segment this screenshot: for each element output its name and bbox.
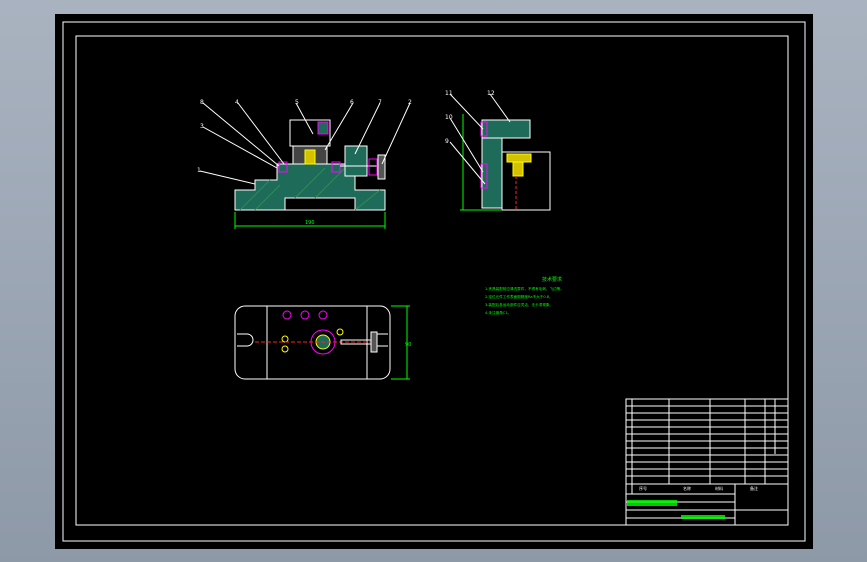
- top-dimension-text: 90: [405, 342, 411, 348]
- tech-req-line: 1.夹具装配前应清洗零件，不得有毛刺、飞边等。: [485, 286, 564, 291]
- cad-drawing-canvas: 8 4 5 3 6 7 2 1 190 11 12 10 9 90 技术要求 1…: [55, 14, 813, 549]
- bolt-hole: [281, 335, 289, 343]
- side-view: 11 12 10 9: [445, 90, 551, 211]
- upper-insert: [317, 121, 329, 135]
- bolt-hole: [336, 328, 344, 336]
- top-handwheel: [370, 331, 378, 353]
- title-block: [625, 398, 789, 526]
- balloon-label: 1: [197, 167, 201, 174]
- bolt-hole: [318, 310, 328, 320]
- tech-req-title: 技术要求: [542, 276, 562, 283]
- title-label: 备注: [750, 485, 758, 491]
- bolt-hole: [281, 345, 289, 353]
- screw-nut: [368, 158, 378, 176]
- balloon-label: 4: [235, 99, 239, 106]
- yellow-pin: [304, 149, 316, 165]
- inner-border: [75, 35, 789, 526]
- side-top-block: [481, 119, 531, 139]
- balloon-label: 2: [408, 99, 412, 106]
- balloon-label: 5: [295, 99, 299, 106]
- tech-req-line: 2.定位元件工作表面粗糙度Ra不大于0.8。: [485, 294, 553, 299]
- bolt-hole: [282, 310, 292, 320]
- balloon-label: 9: [445, 138, 449, 145]
- balloon-label: 8: [200, 99, 204, 106]
- top-view: 90: [234, 305, 411, 380]
- technical-requirements: 技术要求 1.夹具装配前应清洗零件，不得有毛刺、飞边等。 2.定位元件工作表面粗…: [485, 276, 564, 315]
- title-block-labels: 序号 名称 材料 备注: [639, 485, 758, 491]
- bolt-hole: [300, 310, 310, 320]
- title-label: 序号: [639, 485, 647, 491]
- support-block: [344, 145, 368, 177]
- front-view: 8 4 5 3 6 7 2 1 190: [197, 99, 412, 229]
- balloon-label: 6: [350, 99, 354, 106]
- tech-req-line: 3.装配后各运动部件应灵活、无卡滞现象。: [485, 302, 553, 307]
- outer-border: [62, 21, 806, 542]
- title-label: 材料: [715, 485, 723, 491]
- slot-left: [237, 333, 254, 347]
- tech-req-line: 4.未注倒角C1。: [485, 310, 511, 315]
- title-block-rows: [626, 405, 788, 525]
- front-dimension-text: 190: [305, 220, 315, 226]
- side-yellow-stem: [512, 161, 524, 177]
- balloon-label: 7: [378, 99, 382, 106]
- balloon-label: 12: [487, 90, 495, 97]
- balloon-label: 10: [445, 114, 453, 121]
- title-label: 名称: [683, 485, 691, 491]
- drawing-svg: 8 4 5 3 6 7 2 1 190 11 12 10 9 90 技术要求 1…: [62, 21, 806, 542]
- balloon-label: 11: [445, 90, 453, 97]
- side-column: [481, 137, 503, 209]
- balloon-label: 3: [200, 123, 204, 130]
- side-yellow-part: [506, 153, 532, 163]
